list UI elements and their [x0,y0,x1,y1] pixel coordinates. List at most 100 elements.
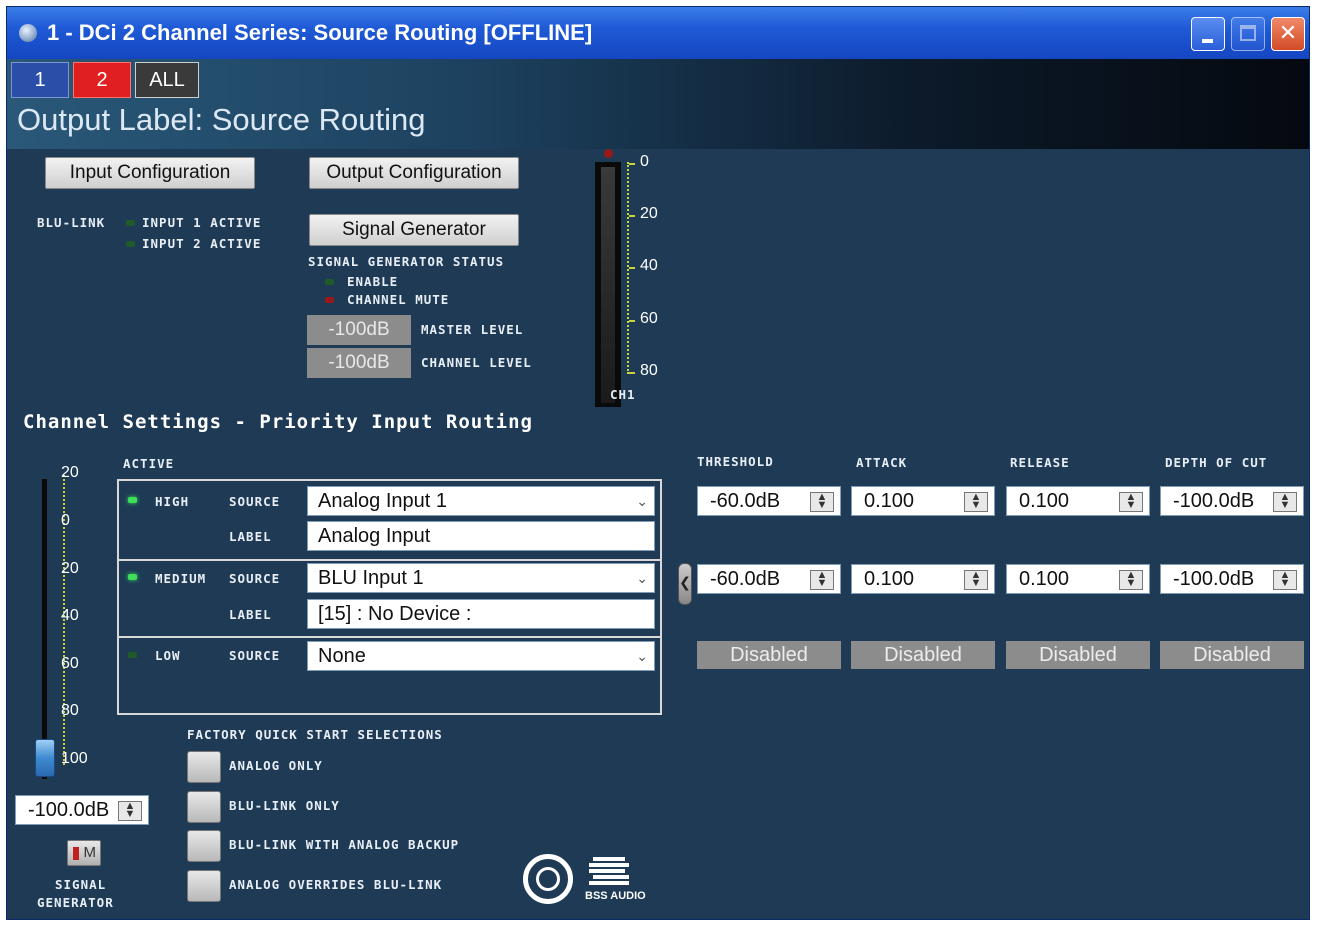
routing-divider [117,636,662,638]
medium-attack-value: 0.100 [864,568,915,590]
channel-settings-title: Channel Settings - Priority Input Routin… [23,411,533,433]
meter-tick [629,215,635,217]
crown-icon [536,867,560,891]
high-attack-spinner[interactable]: 0.100 ▲ ▼ [851,486,995,516]
bss-logo-icon [523,854,573,904]
quick-start-blu-link-analog-backup-button[interactable] [187,830,221,862]
routing-divider [117,559,662,561]
high-depth-of-cut-value: -100.0dB [1173,490,1255,512]
medium-priority-label: MEDIUM [155,571,207,586]
low-release-disabled: Disabled [1006,641,1150,669]
meter-tick-label: 40 [640,257,658,274]
quick-start-analog-only-button[interactable] [187,751,221,783]
quick-start-title: FACTORY QUICK START SELECTIONS [187,727,443,742]
output-label: Output Label: Source Routing [17,102,426,137]
meter-tick [629,163,635,165]
output-configuration-button[interactable]: Output Configuration [309,157,519,189]
quick-start-analog-overrides-button[interactable] [187,870,221,902]
enable-led [325,279,334,285]
minimize-button[interactable] [1191,17,1225,51]
input2-active-label: INPUT 2 ACTIVE [142,236,262,251]
channel-mute-led [325,297,334,303]
blu-link-label: BLU-LINK [37,215,106,230]
tab-all[interactable]: ALL [135,62,199,98]
high-threshold-spinner[interactable]: -60.0dB ▲ ▼ [697,486,841,516]
high-attack-value: 0.100 [864,490,915,512]
quick-start-analog-only-label: ANALOG ONLY [229,758,323,773]
spin-arrows-icon[interactable]: ▲ ▼ [810,570,834,590]
close-button[interactable]: ✕ [1271,17,1305,51]
medium-threshold-value: -60.0dB [710,568,781,590]
fader-tick-label: 0 [61,512,70,529]
low-depth-of-cut-disabled: Disabled [1160,641,1304,669]
signal-generator-label-2: GENERATOR [37,895,114,910]
low-source-select[interactable]: None ⌄ [307,641,655,671]
low-source-value: None [318,645,366,667]
maximize-icon [1240,25,1256,41]
spin-arrows-icon[interactable]: ▲ ▼ [1119,570,1143,590]
spin-arrows-icon[interactable]: ▲ ▼ [1273,492,1297,512]
quick-start-analog-overrides-label: ANALOG OVERRIDES BLU-LINK [229,877,443,892]
quick-start-blu-link-only-button[interactable] [187,791,221,823]
medium-release-value: 0.100 [1019,568,1070,590]
spin-arrows-icon[interactable]: ▲ ▼ [1273,570,1297,590]
spin-arrows-icon[interactable]: ▲ ▼ [1119,492,1143,512]
header: 1 2 ALL Output Label: Source Routing [7,59,1309,149]
input-configuration-button[interactable]: Input Configuration [45,157,255,189]
mute-button[interactable]: M [67,840,101,866]
high-label-field[interactable]: Analog Input [307,521,655,551]
medium-depth-of-cut-spinner[interactable]: -100.0dB ▲ ▼ [1160,564,1304,594]
bss-audio-logo: BSS AUDIO [585,857,646,901]
high-threshold-value: -60.0dB [710,490,781,512]
high-source-select[interactable]: Analog Input 1 ⌄ [307,486,655,516]
master-level-label: MASTER LEVEL [421,322,524,337]
high-release-value: 0.100 [1019,490,1070,512]
input1-active-label: INPUT 1 ACTIVE [142,215,262,230]
medium-source-label: SOURCE [229,571,281,586]
tab-channel-1[interactable]: 1 [11,62,69,98]
enable-label: ENABLE [347,274,399,289]
level-meter-bar [601,167,615,403]
low-priority-label: LOW [155,648,181,663]
signal-generator-fader-knob[interactable] [35,739,55,777]
high-source-label: SOURCE [229,494,281,509]
low-active-led [128,652,137,658]
fader-tick-label: 20 [61,560,79,577]
scroll-left-handle[interactable]: ❮ [678,563,692,605]
logo-text: BSS AUDIO [585,890,646,901]
spin-arrows-icon[interactable]: ▲ ▼ [118,801,142,821]
medium-source-select[interactable]: BLU Input 1 ⌄ [307,563,655,593]
meter-tick-label: 0 [640,153,649,170]
tab-channel-2[interactable]: 2 [73,62,131,98]
meter-tick-label: 60 [640,310,658,327]
meter-channel-label: CH1 [610,387,636,402]
signal-generator-status-title: SIGNAL GENERATOR STATUS [308,254,505,269]
fader-level-spinner[interactable]: -100.0dB ▲ ▼ [15,795,149,825]
meter-peak-led [604,149,613,158]
spin-arrows-icon[interactable]: ▲ ▼ [810,492,834,512]
medium-label-label: LABEL [229,607,272,622]
medium-release-spinner[interactable]: 0.100 ▲ ▼ [1006,564,1150,594]
signal-generator-button[interactable]: Signal Generator [309,214,519,246]
chevron-down-icon: ⌄ [636,570,648,586]
high-release-spinner[interactable]: 0.100 ▲ ▼ [1006,486,1150,516]
medium-active-led [128,574,137,580]
medium-label-field[interactable]: [15] : No Device : [307,599,655,629]
maximize-button[interactable] [1231,17,1265,51]
depth-of-cut-header: DEPTH OF CUT [1165,455,1268,470]
app-icon[interactable] [19,24,37,42]
mute-indicator [73,847,79,860]
fader-tick-label: 40 [61,607,79,624]
spin-arrows-icon[interactable]: ▲ ▼ [964,492,988,512]
high-source-value: Analog Input 1 [318,490,447,512]
high-depth-of-cut-spinner[interactable]: -100.0dB ▲ ▼ [1160,486,1304,516]
title-bar: 1 - DCi 2 Channel Series: Source Routing… [7,7,1309,59]
medium-threshold-spinner[interactable]: -60.0dB ▲ ▼ [697,564,841,594]
low-attack-disabled: Disabled [851,641,995,669]
master-level-value: -100dB [307,315,411,345]
chevron-down-icon: ⌄ [636,648,648,664]
spin-arrows-icon[interactable]: ▲ ▼ [964,570,988,590]
medium-attack-spinner[interactable]: 0.100 ▲ ▼ [851,564,995,594]
quick-start-blu-link-analog-backup-label: BLU-LINK WITH ANALOG BACKUP [229,837,460,852]
signal-generator-label: SIGNAL [55,877,107,892]
